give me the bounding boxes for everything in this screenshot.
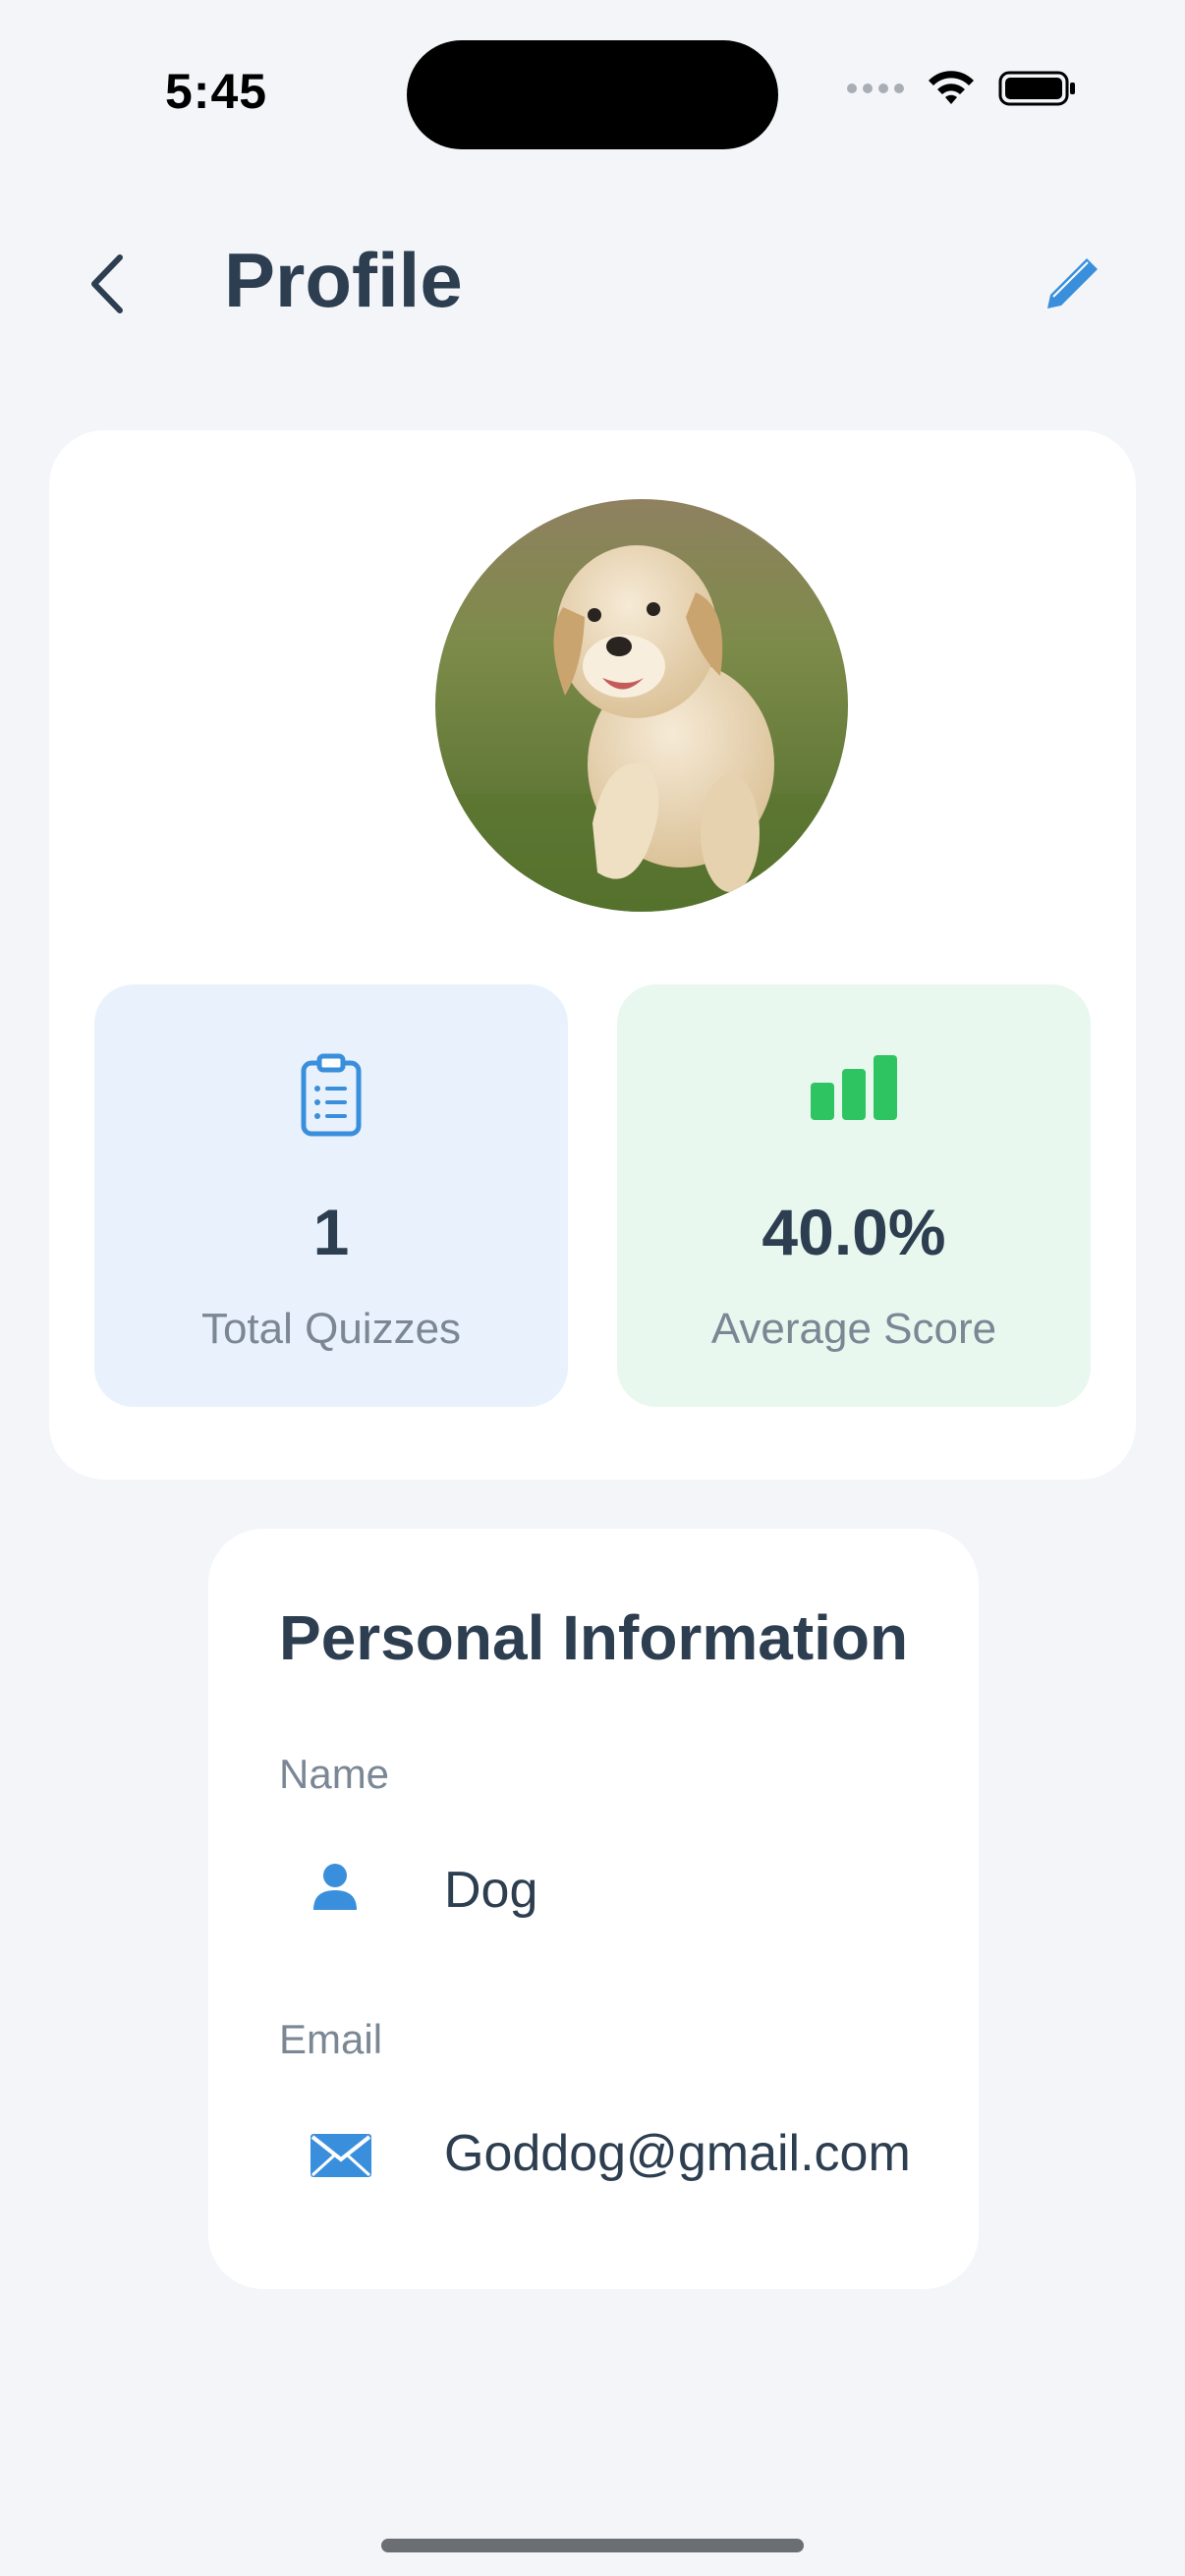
average-score-label: Average Score [710, 1305, 997, 1353]
person-icon [313, 1864, 357, 1910]
total-quizzes-value: 1 [312, 1196, 350, 1268]
back-button[interactable] [85, 252, 134, 316]
dynamic-island [407, 40, 778, 149]
total-quizzes-label: Total Quizzes [200, 1305, 462, 1353]
average-score-value: 40.0% [762, 1196, 946, 1268]
battery-icon [998, 71, 1075, 106]
status-indicators [847, 69, 1077, 108]
total-quizzes-stat: 1 Total Quizzes [94, 984, 568, 1407]
profile-screen: 5:45 Profile 1 Total Quizzes 40.0% Avera… [0, 0, 1185, 2576]
cellular-signal-icon [847, 84, 904, 93]
edit-button[interactable] [1042, 252, 1104, 314]
profile-summary-card: 1 Total Quizzes 40.0% Average Score [49, 430, 1136, 1480]
email-label: Email [279, 2016, 383, 2062]
home-indicator[interactable] [381, 2539, 804, 2552]
avatar[interactable] [435, 499, 848, 912]
status-time: 5:45 [165, 64, 268, 119]
personal-information-title: Personal Information [279, 1602, 909, 1673]
pencil-icon [1047, 258, 1098, 308]
clipboard-list-icon [301, 1053, 362, 1137]
bar-chart-icon [811, 1055, 897, 1120]
page-title: Profile [224, 237, 463, 323]
email-value: Goddog@gmail.com [444, 2125, 911, 2182]
name-value: Dog [444, 1862, 538, 1919]
personal-information-card: Personal Information Name Dog Email Godd… [208, 1529, 979, 2289]
wifi-icon [929, 71, 974, 104]
dog-photo [435, 499, 848, 912]
average-score-stat: 40.0% Average Score [617, 984, 1091, 1407]
name-label: Name [279, 1751, 390, 1797]
envelope-icon [310, 2134, 371, 2177]
